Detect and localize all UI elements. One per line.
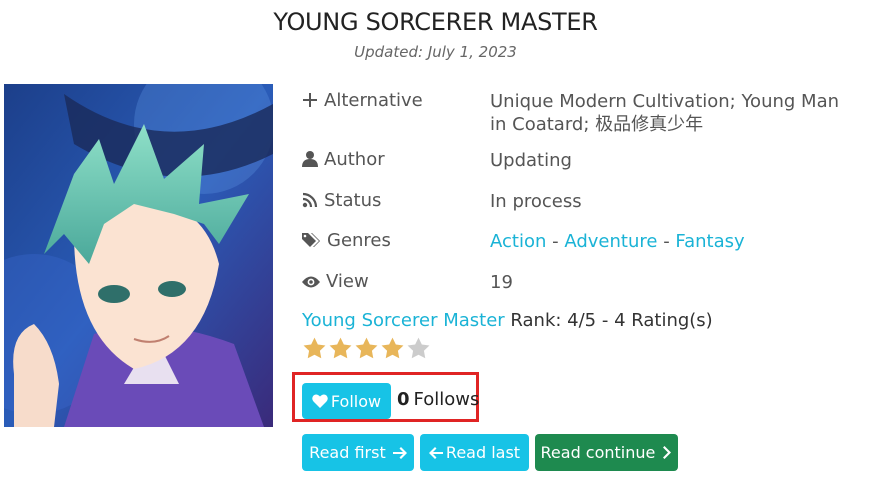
read-continue-button[interactable]: Read continue [535, 434, 678, 471]
cover-image[interactable] [4, 84, 273, 427]
star-filled-icon[interactable] [354, 336, 379, 361]
star-filled-icon[interactable] [328, 336, 353, 361]
star-empty-icon[interactable] [406, 336, 431, 361]
status-value: In process [490, 191, 582, 212]
genre-link-adventure[interactable]: Adventure [564, 231, 657, 252]
author-label: Author [324, 149, 385, 170]
plus-icon [303, 93, 317, 107]
tags-icon [302, 233, 320, 247]
genre-separator: - [552, 231, 559, 252]
arrow-left-icon [428, 447, 443, 459]
view-label-wrap: View [302, 271, 482, 292]
alternative-label-wrap: Alternative [302, 90, 482, 111]
read-last-label: Read last [445, 443, 521, 462]
rss-icon [302, 192, 318, 208]
follows-number: 0 [397, 389, 410, 410]
star-rating[interactable] [302, 336, 432, 362]
follow-button[interactable]: Follow [302, 383, 391, 419]
read-last-button[interactable]: Read last [420, 434, 529, 471]
rating-text: Rank: 4/5 - 4 Rating(s) [510, 310, 713, 331]
chevron-right-icon [663, 446, 672, 459]
genre-separator: - [663, 231, 670, 252]
follows-count: 0 Follows [397, 389, 479, 410]
status-label-wrap: Status [302, 190, 482, 211]
follows-label: Follows [413, 389, 480, 410]
view-value: 19 [490, 272, 513, 293]
view-label: View [326, 271, 369, 292]
rating-line: Young Sorcerer Master Rank: 4/5 - 4 Rati… [302, 310, 713, 331]
alternative-value: Unique Modern Cultivation; Young Man in … [490, 91, 840, 135]
genres-label: Genres [327, 230, 391, 251]
author-value: Updating [490, 150, 572, 171]
star-filled-icon[interactable] [302, 336, 327, 361]
read-continue-label: Read continue [540, 443, 656, 462]
alternative-label: Alternative [324, 90, 423, 111]
user-icon [302, 151, 318, 167]
genre-link-action[interactable]: Action [490, 231, 546, 252]
read-first-button[interactable]: Read first [302, 434, 414, 471]
genres-value: Action - Adventure - Fantasy [490, 230, 860, 253]
follow-button-label: Follow [330, 392, 382, 411]
heart-icon [312, 394, 328, 408]
read-first-label: Read first [309, 443, 386, 462]
genre-link-fantasy[interactable]: Fantasy [675, 231, 744, 252]
author-label-wrap: Author [302, 149, 482, 170]
novel-title-link[interactable]: Young Sorcerer Master [302, 310, 505, 331]
status-label: Status [324, 190, 382, 211]
arrow-right-icon [392, 447, 407, 459]
star-filled-icon[interactable] [380, 336, 405, 361]
genres-label-wrap: Genres [302, 230, 482, 251]
page-title: YOUNG SORCERER MASTER [273, 8, 598, 36]
updated-date: Updated: July 1, 2023 [354, 43, 517, 61]
eye-icon [302, 276, 320, 288]
